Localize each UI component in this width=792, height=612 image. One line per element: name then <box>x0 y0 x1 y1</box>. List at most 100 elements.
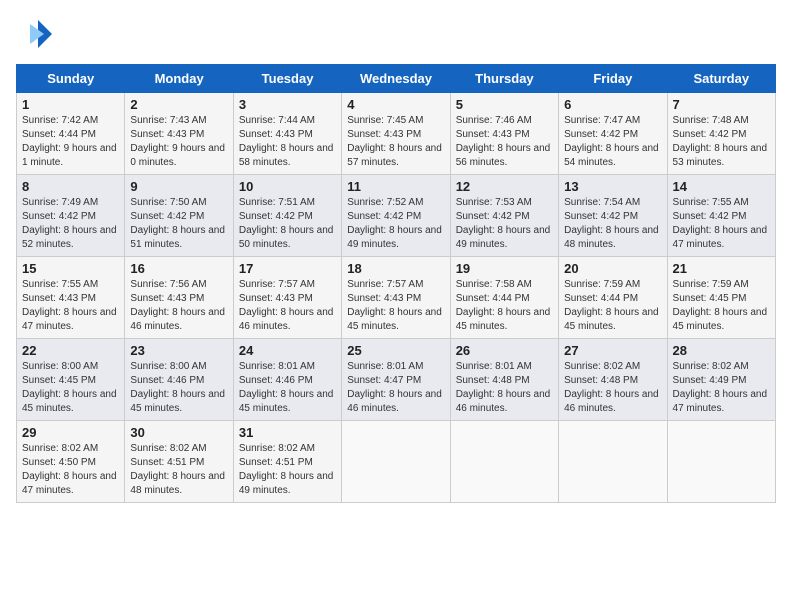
day-number: 20 <box>564 261 661 276</box>
cell-info: Sunrise: 7:53 AM Sunset: 4:42 PM Dayligh… <box>456 196 553 252</box>
day-number: 23 <box>130 343 227 358</box>
cell-info: Sunrise: 7:43 AM Sunset: 4:43 PM Dayligh… <box>130 114 227 170</box>
day-number: 31 <box>239 425 336 440</box>
weekday-header-thursday: Thursday <box>450 65 558 93</box>
day-number: 15 <box>22 261 119 276</box>
weekday-header-tuesday: Tuesday <box>233 65 341 93</box>
calendar-cell: 5 Sunrise: 7:46 AM Sunset: 4:43 PM Dayli… <box>450 93 558 175</box>
calendar-cell: 11 Sunrise: 7:52 AM Sunset: 4:42 PM Dayl… <box>342 175 450 257</box>
cell-info: Sunrise: 8:01 AM Sunset: 4:48 PM Dayligh… <box>456 360 553 416</box>
calendar-cell: 24 Sunrise: 8:01 AM Sunset: 4:46 PM Dayl… <box>233 339 341 421</box>
cell-info: Sunrise: 7:47 AM Sunset: 4:42 PM Dayligh… <box>564 114 661 170</box>
day-number: 1 <box>22 97 119 112</box>
cell-info: Sunrise: 7:59 AM Sunset: 4:44 PM Dayligh… <box>564 278 661 334</box>
calendar-cell: 10 Sunrise: 7:51 AM Sunset: 4:42 PM Dayl… <box>233 175 341 257</box>
day-number: 25 <box>347 343 444 358</box>
calendar-cell: 21 Sunrise: 7:59 AM Sunset: 4:45 PM Dayl… <box>667 257 775 339</box>
day-number: 17 <box>239 261 336 276</box>
logo <box>16 16 56 52</box>
day-number: 11 <box>347 179 444 194</box>
day-number: 4 <box>347 97 444 112</box>
calendar-cell: 17 Sunrise: 7:57 AM Sunset: 4:43 PM Dayl… <box>233 257 341 339</box>
calendar-cell: 27 Sunrise: 8:02 AM Sunset: 4:48 PM Dayl… <box>559 339 667 421</box>
cell-info: Sunrise: 7:52 AM Sunset: 4:42 PM Dayligh… <box>347 196 444 252</box>
calendar-cell: 15 Sunrise: 7:55 AM Sunset: 4:43 PM Dayl… <box>17 257 125 339</box>
calendar-week-5: 29 Sunrise: 8:02 AM Sunset: 4:50 PM Dayl… <box>17 421 776 503</box>
weekday-header-sunday: Sunday <box>17 65 125 93</box>
cell-info: Sunrise: 7:55 AM Sunset: 4:42 PM Dayligh… <box>673 196 770 252</box>
day-number: 27 <box>564 343 661 358</box>
calendar-cell: 25 Sunrise: 8:01 AM Sunset: 4:47 PM Dayl… <box>342 339 450 421</box>
calendar-week-1: 1 Sunrise: 7:42 AM Sunset: 4:44 PM Dayli… <box>17 93 776 175</box>
cell-info: Sunrise: 8:02 AM Sunset: 4:51 PM Dayligh… <box>239 442 336 498</box>
calendar-cell: 7 Sunrise: 7:48 AM Sunset: 4:42 PM Dayli… <box>667 93 775 175</box>
day-number: 2 <box>130 97 227 112</box>
day-number: 12 <box>456 179 553 194</box>
day-number: 21 <box>673 261 770 276</box>
calendar-cell: 28 Sunrise: 8:02 AM Sunset: 4:49 PM Dayl… <box>667 339 775 421</box>
calendar-cell: 2 Sunrise: 7:43 AM Sunset: 4:43 PM Dayli… <box>125 93 233 175</box>
cell-info: Sunrise: 8:00 AM Sunset: 4:46 PM Dayligh… <box>130 360 227 416</box>
calendar-week-4: 22 Sunrise: 8:00 AM Sunset: 4:45 PM Dayl… <box>17 339 776 421</box>
cell-info: Sunrise: 7:55 AM Sunset: 4:43 PM Dayligh… <box>22 278 119 334</box>
cell-info: Sunrise: 8:00 AM Sunset: 4:45 PM Dayligh… <box>22 360 119 416</box>
day-number: 26 <box>456 343 553 358</box>
calendar-cell: 19 Sunrise: 7:58 AM Sunset: 4:44 PM Dayl… <box>450 257 558 339</box>
weekday-header-saturday: Saturday <box>667 65 775 93</box>
cell-info: Sunrise: 8:02 AM Sunset: 4:51 PM Dayligh… <box>130 442 227 498</box>
calendar-cell <box>450 421 558 503</box>
cell-info: Sunrise: 7:54 AM Sunset: 4:42 PM Dayligh… <box>564 196 661 252</box>
calendar-cell: 4 Sunrise: 7:45 AM Sunset: 4:43 PM Dayli… <box>342 93 450 175</box>
calendar-cell <box>667 421 775 503</box>
page-header <box>16 16 776 52</box>
cell-info: Sunrise: 7:45 AM Sunset: 4:43 PM Dayligh… <box>347 114 444 170</box>
cell-info: Sunrise: 8:02 AM Sunset: 4:50 PM Dayligh… <box>22 442 119 498</box>
cell-info: Sunrise: 8:01 AM Sunset: 4:46 PM Dayligh… <box>239 360 336 416</box>
cell-info: Sunrise: 7:59 AM Sunset: 4:45 PM Dayligh… <box>673 278 770 334</box>
cell-info: Sunrise: 7:57 AM Sunset: 4:43 PM Dayligh… <box>239 278 336 334</box>
calendar-table: SundayMondayTuesdayWednesdayThursdayFrid… <box>16 64 776 503</box>
day-number: 28 <box>673 343 770 358</box>
weekday-header-row: SundayMondayTuesdayWednesdayThursdayFrid… <box>17 65 776 93</box>
day-number: 29 <box>22 425 119 440</box>
day-number: 6 <box>564 97 661 112</box>
calendar-cell: 6 Sunrise: 7:47 AM Sunset: 4:42 PM Dayli… <box>559 93 667 175</box>
cell-info: Sunrise: 7:42 AM Sunset: 4:44 PM Dayligh… <box>22 114 119 170</box>
calendar-body: 1 Sunrise: 7:42 AM Sunset: 4:44 PM Dayli… <box>17 93 776 503</box>
day-number: 13 <box>564 179 661 194</box>
cell-info: Sunrise: 7:49 AM Sunset: 4:42 PM Dayligh… <box>22 196 119 252</box>
day-number: 10 <box>239 179 336 194</box>
calendar-cell: 13 Sunrise: 7:54 AM Sunset: 4:42 PM Dayl… <box>559 175 667 257</box>
calendar-cell: 30 Sunrise: 8:02 AM Sunset: 4:51 PM Dayl… <box>125 421 233 503</box>
calendar-cell: 20 Sunrise: 7:59 AM Sunset: 4:44 PM Dayl… <box>559 257 667 339</box>
day-number: 24 <box>239 343 336 358</box>
cell-info: Sunrise: 8:02 AM Sunset: 4:48 PM Dayligh… <box>564 360 661 416</box>
calendar-cell: 8 Sunrise: 7:49 AM Sunset: 4:42 PM Dayli… <box>17 175 125 257</box>
day-number: 8 <box>22 179 119 194</box>
calendar-week-3: 15 Sunrise: 7:55 AM Sunset: 4:43 PM Dayl… <box>17 257 776 339</box>
day-number: 18 <box>347 261 444 276</box>
calendar-cell: 14 Sunrise: 7:55 AM Sunset: 4:42 PM Dayl… <box>667 175 775 257</box>
calendar-cell: 3 Sunrise: 7:44 AM Sunset: 4:43 PM Dayli… <box>233 93 341 175</box>
calendar-week-2: 8 Sunrise: 7:49 AM Sunset: 4:42 PM Dayli… <box>17 175 776 257</box>
cell-info: Sunrise: 7:48 AM Sunset: 4:42 PM Dayligh… <box>673 114 770 170</box>
calendar-cell <box>342 421 450 503</box>
calendar-cell: 31 Sunrise: 8:02 AM Sunset: 4:51 PM Dayl… <box>233 421 341 503</box>
calendar-cell: 22 Sunrise: 8:00 AM Sunset: 4:45 PM Dayl… <box>17 339 125 421</box>
cell-info: Sunrise: 7:46 AM Sunset: 4:43 PM Dayligh… <box>456 114 553 170</box>
day-number: 16 <box>130 261 227 276</box>
day-number: 22 <box>22 343 119 358</box>
day-number: 5 <box>456 97 553 112</box>
cell-info: Sunrise: 7:58 AM Sunset: 4:44 PM Dayligh… <box>456 278 553 334</box>
day-number: 9 <box>130 179 227 194</box>
calendar-cell: 18 Sunrise: 7:57 AM Sunset: 4:43 PM Dayl… <box>342 257 450 339</box>
calendar-cell: 9 Sunrise: 7:50 AM Sunset: 4:42 PM Dayli… <box>125 175 233 257</box>
day-number: 19 <box>456 261 553 276</box>
day-number: 3 <box>239 97 336 112</box>
day-number: 14 <box>673 179 770 194</box>
cell-info: Sunrise: 7:51 AM Sunset: 4:42 PM Dayligh… <box>239 196 336 252</box>
cell-info: Sunrise: 7:56 AM Sunset: 4:43 PM Dayligh… <box>130 278 227 334</box>
day-number: 30 <box>130 425 227 440</box>
calendar-cell: 1 Sunrise: 7:42 AM Sunset: 4:44 PM Dayli… <box>17 93 125 175</box>
cell-info: Sunrise: 8:02 AM Sunset: 4:49 PM Dayligh… <box>673 360 770 416</box>
